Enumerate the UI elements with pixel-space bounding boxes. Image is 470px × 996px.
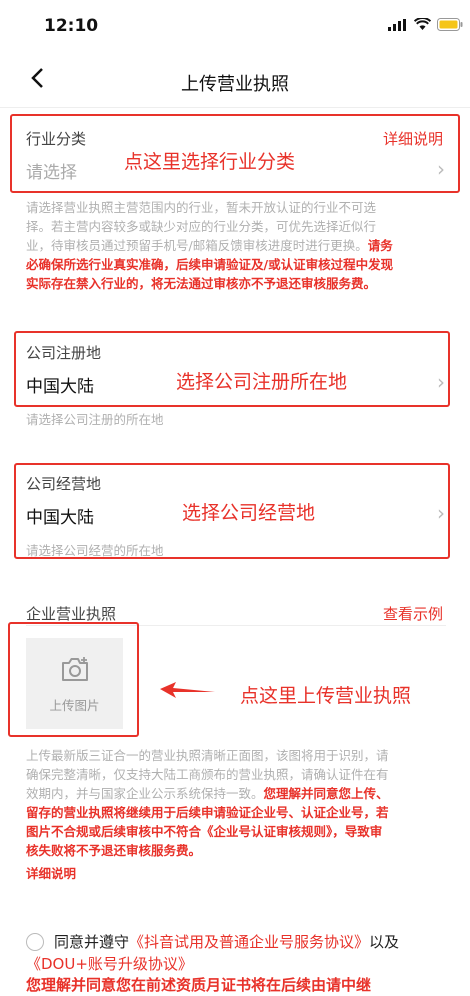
register-value[interactable]: 中国大陆 (26, 372, 94, 397)
license-label: 企业营业执照 (26, 605, 117, 623)
desc-line: 确保完整清晰，仅支持大陆工商颁布的营业执照，请确认证件在有 (26, 767, 389, 782)
industry-hint: 请选择营业执照主营范围内的行业，暂未开放认证的行业不可选 择。若主营内容较多或缺… (26, 198, 446, 293)
operate-label: 公司经营地 (26, 475, 102, 493)
camera-icon (62, 657, 88, 681)
license-detail-link[interactable]: 详细说明 (26, 864, 451, 883)
operate-chevron-icon: › (437, 501, 445, 525)
dou-agreement-link[interactable]: 《DOU+账号升级协议》 (26, 953, 193, 975)
hint-line: 业，待审核员通过预留手机号/邮箱反馈审核进度时进行更换。请务 (26, 238, 393, 253)
operate-value[interactable]: 中国大陆 (26, 503, 94, 528)
warning-line: 必确保所选行业真实准确，后续申请验证及/或认证审核过程中发现 (26, 257, 394, 272)
warning-line: 实际存在禁入行业的，将无法通过审核亦不予退还审核服务费。 (26, 276, 377, 291)
industry-placeholder[interactable]: 请选择 (26, 158, 77, 183)
wifi-icon (414, 18, 431, 30)
operate-hint: 请选择公司经营的所在地 (26, 543, 164, 558)
upload-image-button[interactable]: 上传图片 (26, 638, 123, 729)
signal-icon (388, 18, 406, 31)
operate-annotation: 选择公司经营地 (182, 502, 316, 524)
license-example-link[interactable]: 查看示例 (383, 603, 443, 624)
register-hint: 请选择公司注册的所在地 (26, 412, 164, 427)
register-label: 公司注册地 (26, 344, 102, 362)
agree-checkbox[interactable] (26, 933, 44, 951)
register-annotation: 选择公司注册所在地 (176, 371, 348, 393)
industry-label: 行业分类 (26, 130, 87, 148)
status-bar: 12:10 (0, 0, 470, 55)
license-description: 上传最新版三证合一的营业执照清晰正面图，该图将用于识别，请 确保完整清晰，仅支持… (26, 746, 451, 883)
page-title: 上传营业执照 (181, 74, 289, 95)
hint-line: 择。若主营内容较多或缺少对应的行业分类，可优先选择近似行 (26, 219, 377, 234)
agreement-cut-line: 您理解并同意您在前述资质月证书将在后续由请中继 (26, 976, 372, 994)
warning-line: 留存的营业执照将继续用于后续申请验证企业号、认证企业号，若 (26, 805, 389, 820)
upload-label: 上传图片 (49, 698, 100, 713)
industry-chevron-icon: › (437, 157, 445, 181)
status-time: 12:10 (44, 16, 99, 36)
warning-line: 图片不合规或后续审核中不符合《企业号认证审核规则》，导致审 (26, 824, 383, 839)
agreement-text: 同意并遵守《抖音试用及普通企业号服务协议》以及 (54, 933, 400, 951)
battery-icon (437, 18, 463, 31)
desc-line: 效期内，并与国家企业公示系统保持一致。您理解并同意您上传、 (26, 786, 389, 801)
nav-divider (0, 107, 470, 108)
status-icons (388, 18, 463, 31)
desc-line: 上传最新版三证合一的营业执照清晰正面图，该图将用于识别，请 (26, 748, 389, 763)
audit-rules-link[interactable]: 《企业号认证审核规则》 (201, 824, 332, 839)
register-chevron-icon: › (437, 370, 445, 394)
hint-line: 请选择营业执照主营范围内的行业，暂未开放认证的行业不可选 (26, 200, 377, 215)
warning-line: 核失败将不予退还审核服务费。 (26, 843, 202, 858)
service-agreement-link[interactable]: 《抖音试用及普通企业号服务协议》 (129, 933, 369, 951)
industry-detail-link[interactable]: 详细说明 (383, 128, 443, 149)
industry-annotation: 点这里选择行业分类 (124, 151, 296, 173)
arrow-left-icon (160, 682, 215, 698)
upload-annotation: 点这里上传营业执照 (240, 685, 412, 707)
